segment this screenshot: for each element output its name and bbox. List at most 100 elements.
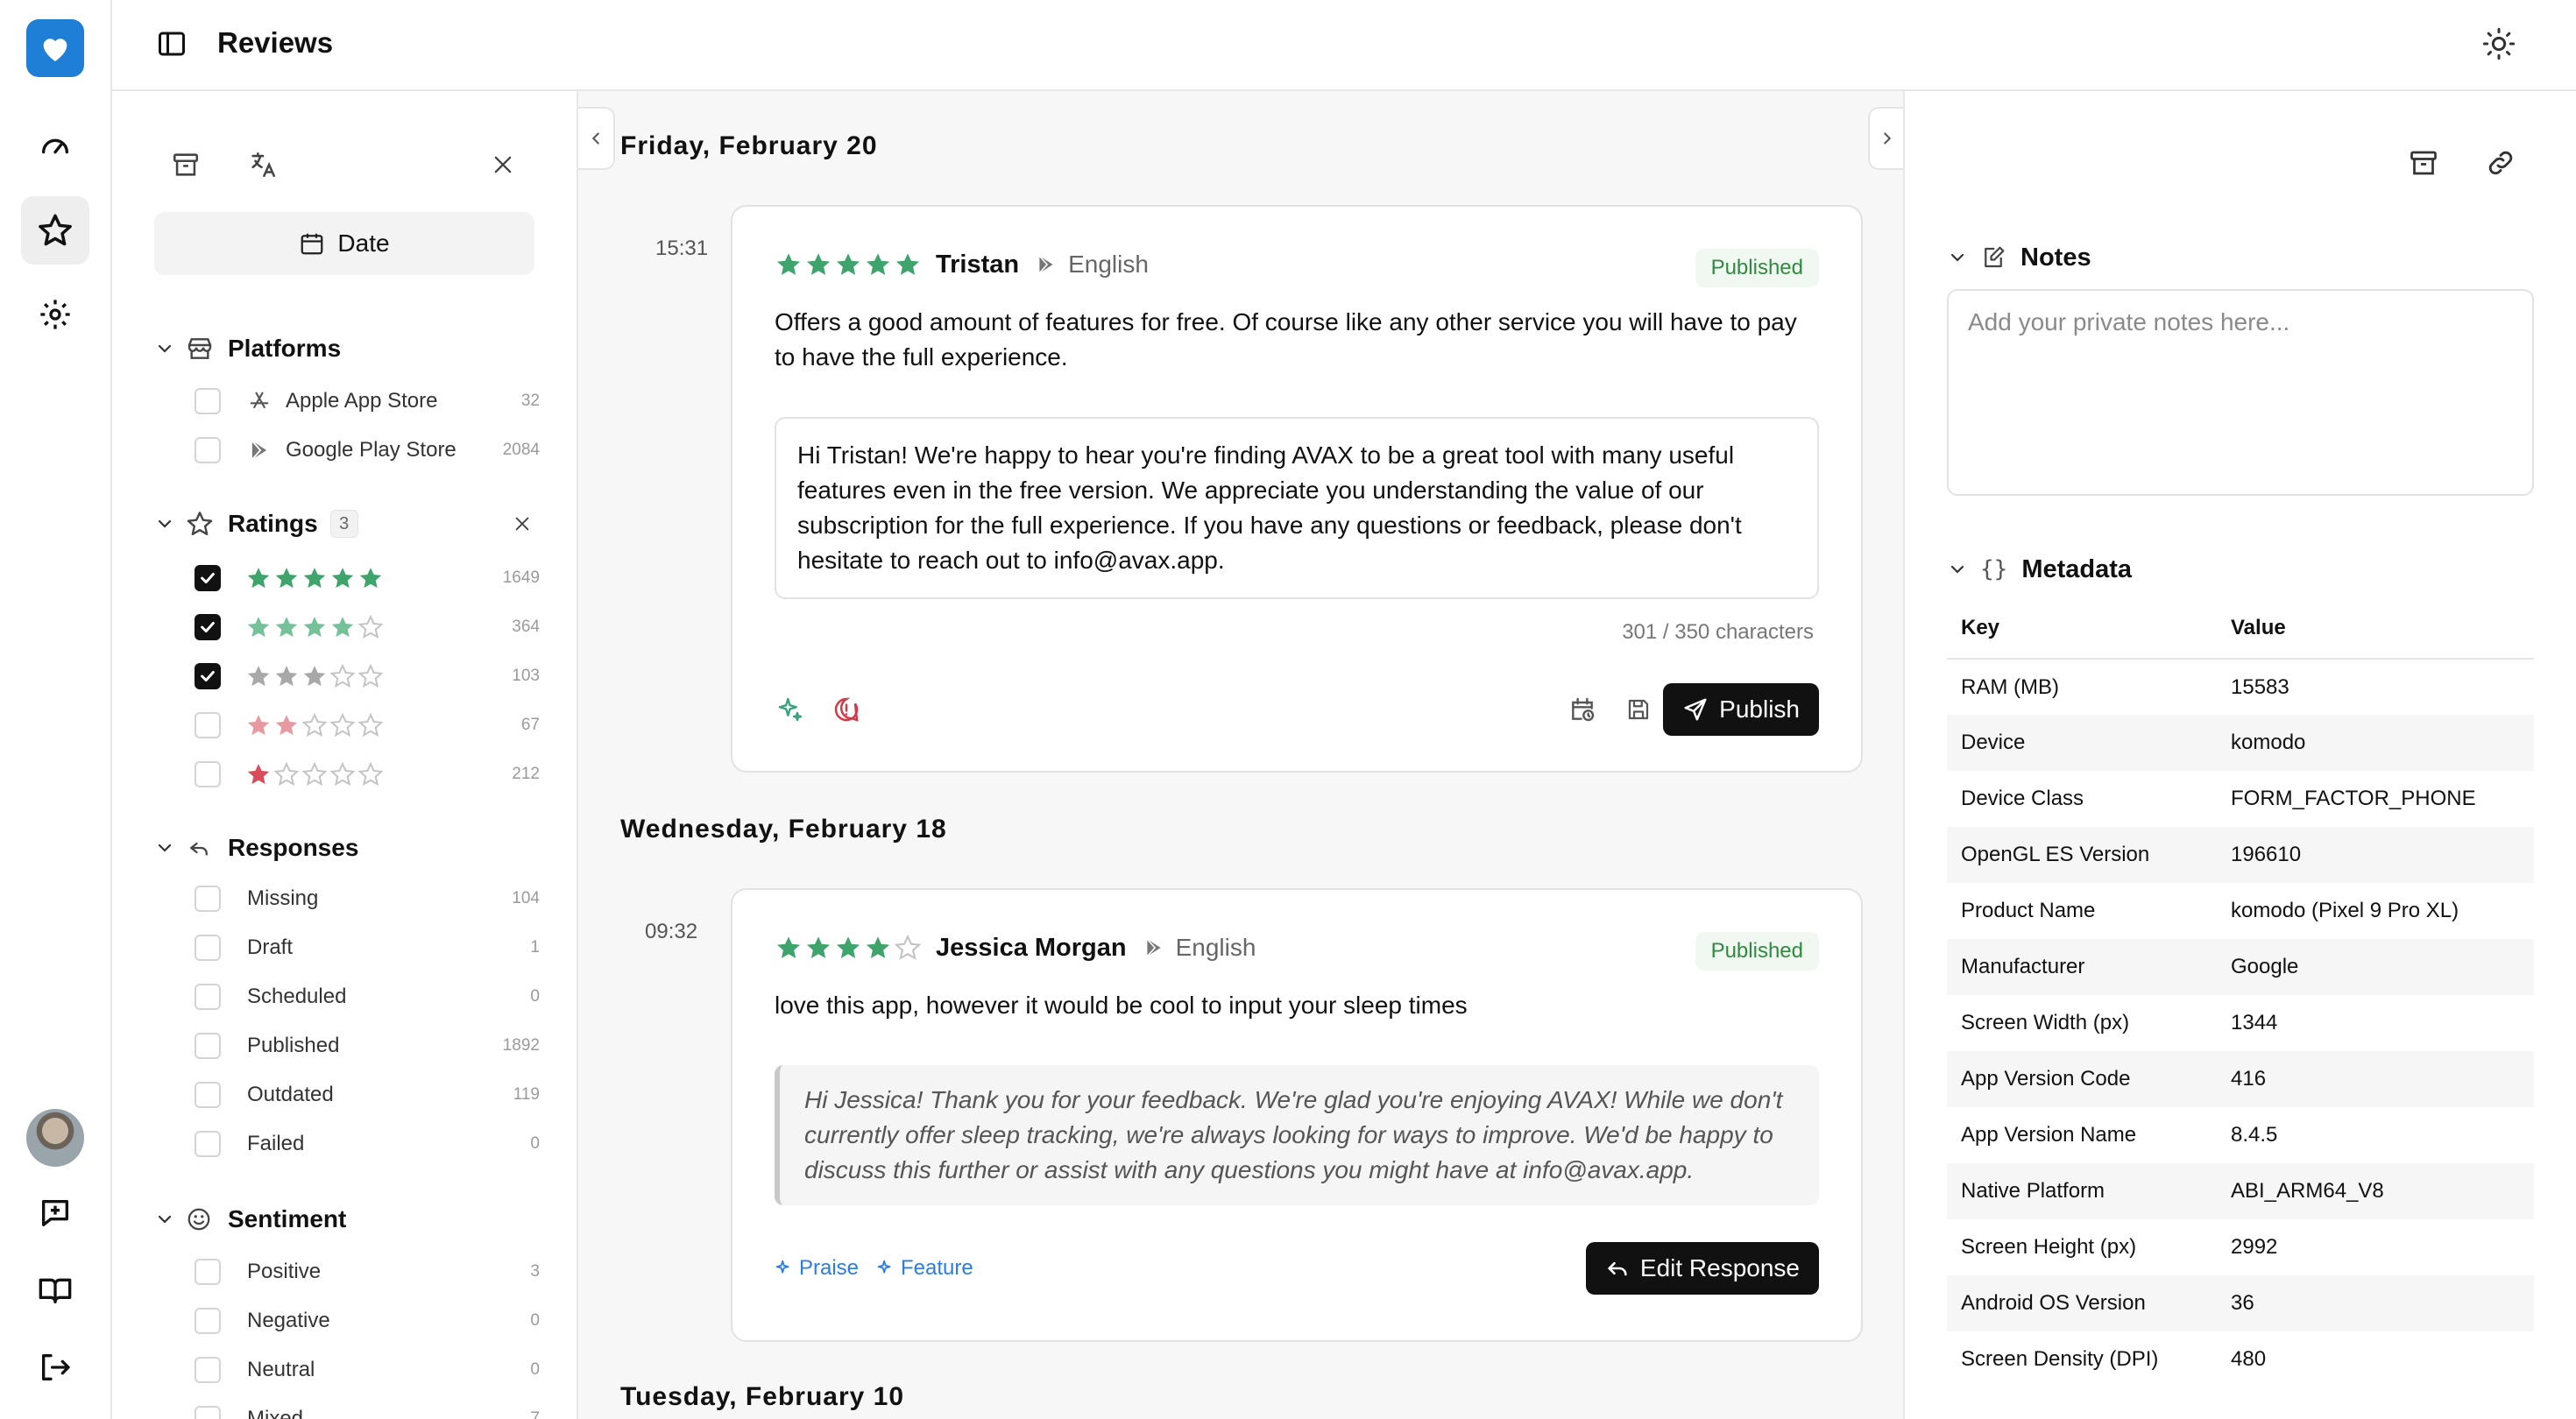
sentiment-count: 3 — [530, 1262, 540, 1281]
rating-count: 103 — [512, 667, 540, 685]
reply-icon — [186, 835, 228, 861]
response-filter-item[interactable]: Outdated 119 — [195, 1073, 540, 1117]
star-icon — [301, 614, 328, 640]
responses-section-header[interactable]: Responses — [154, 829, 358, 867]
star-outline-icon — [186, 510, 228, 538]
platform-item[interactable]: Apple App Store 32 — [195, 379, 540, 423]
checkbox[interactable] — [195, 935, 221, 961]
tag-praise[interactable]: Praise — [775, 1256, 859, 1281]
chevron-down-icon — [1947, 247, 1968, 268]
review-card[interactable]: Jessica Morgan English Published love th… — [731, 888, 1863, 1342]
checkbox[interactable] — [195, 1308, 221, 1334]
theme-toggle-button[interactable] — [2481, 26, 2516, 61]
ratings-section-header[interactable]: Ratings 3 — [154, 505, 358, 543]
toggle-sidebar-button[interactable] — [156, 28, 188, 60]
translate-button[interactable] — [238, 140, 287, 189]
close-filters-button[interactable] — [478, 140, 527, 189]
checkbox[interactable] — [195, 565, 221, 591]
response-label: Scheduled — [247, 985, 347, 1008]
rating-filter-item[interactable]: 103 — [195, 654, 540, 698]
checkbox[interactable] — [195, 984, 221, 1010]
date-filter-button[interactable]: Date — [154, 212, 534, 275]
platform-count: 32 — [520, 392, 540, 410]
star-icon — [245, 712, 272, 738]
checkbox[interactable] — [195, 614, 221, 640]
response-filter-item[interactable]: Draft 1 — [195, 926, 540, 970]
reviews-nav-button[interactable] — [21, 196, 89, 265]
day-heading: Friday, February 20 — [620, 131, 878, 160]
alert-message-icon — [834, 697, 859, 722]
metadata-key: Android OS Version — [1947, 1275, 2217, 1331]
ai-generate-button[interactable] — [769, 688, 811, 731]
notes-header[interactable]: Notes — [1947, 240, 2091, 275]
star-icon — [804, 934, 832, 962]
checkbox[interactable] — [195, 437, 221, 463]
review-card[interactable]: Tristan English Published Offers a good … — [731, 205, 1863, 773]
publish-button[interactable]: Publish — [1663, 683, 1819, 736]
checkbox[interactable] — [195, 1259, 221, 1285]
star-icon — [894, 251, 922, 279]
checkbox[interactable] — [195, 761, 221, 787]
logout-button[interactable] — [21, 1333, 89, 1401]
sidebar-panel-icon — [159, 32, 185, 56]
table-row: Android OS Version 36 — [1947, 1275, 2534, 1331]
settings-button[interactable] — [21, 280, 89, 349]
review-text: love this app, however it would be cool … — [775, 992, 1468, 1019]
metadata-value: Google — [2217, 939, 2534, 995]
platform-label: Apple App Store — [286, 389, 438, 413]
notes-textarea[interactable]: Add your private notes here... — [1947, 289, 2534, 496]
sentiment-section-header[interactable]: Sentiment — [154, 1200, 346, 1239]
platforms-section-header[interactable]: Platforms — [154, 329, 341, 368]
response-filter-item[interactable]: Missing 104 — [195, 877, 540, 921]
checkbox[interactable] — [195, 388, 221, 414]
archive-review-button[interactable] — [2408, 147, 2439, 179]
checkbox[interactable] — [195, 886, 221, 912]
sentiment-count: 0 — [530, 1311, 540, 1330]
sparkles-icon — [778, 697, 803, 722]
platform-item[interactable]: Google Play Store 2084 — [195, 428, 540, 472]
dashboard-button[interactable] — [21, 112, 89, 180]
rating-filter-item[interactable]: 1649 — [195, 556, 540, 600]
schedule-button[interactable] — [1561, 688, 1603, 731]
tag-label: Praise — [799, 1256, 860, 1280]
collapse-right-button[interactable] — [1868, 107, 1903, 170]
star-icon — [864, 934, 892, 962]
archive-filter-button[interactable] — [161, 140, 210, 189]
docs-button[interactable] — [21, 1256, 89, 1324]
tag-feature[interactable]: Feature — [876, 1256, 973, 1281]
rating-filter-item[interactable]: 67 — [195, 703, 540, 747]
reply-editor[interactable]: Hi Tristan! We're happy to hear you're f… — [775, 417, 1819, 599]
rating-filter-item[interactable]: 364 — [195, 605, 540, 649]
app-logo[interactable] — [26, 19, 84, 77]
checkbox[interactable] — [195, 1033, 221, 1059]
checkbox[interactable] — [195, 712, 221, 738]
collapse-left-button[interactable] — [578, 107, 615, 170]
save-draft-button[interactable] — [1617, 688, 1660, 731]
response-filter-item[interactable]: Failed 0 — [195, 1122, 540, 1166]
sentiment-filter-item[interactable]: Mixed 7 — [195, 1397, 540, 1419]
feedback-button[interactable] — [21, 1179, 89, 1247]
response-count: 119 — [513, 1085, 540, 1104]
star-icon — [864, 251, 892, 279]
platform-count: 2084 — [502, 441, 540, 459]
metadata-header[interactable]: {} Metadata — [1947, 552, 2132, 587]
checkbox[interactable] — [195, 663, 221, 689]
filters-panel: Date Platforms Apple App Store 32 Google… — [112, 91, 578, 1419]
clear-ratings-button[interactable] — [505, 506, 540, 541]
edit-response-button[interactable]: Edit Response — [1585, 1242, 1819, 1295]
checkbox[interactable] — [195, 1131, 221, 1157]
metadata-key: App Version Name — [1961, 1123, 2137, 1147]
rating-filter-item[interactable]: 212 — [195, 752, 540, 796]
sentiment-filter-item[interactable]: Negative 0 — [195, 1299, 540, 1343]
checkbox[interactable] — [195, 1357, 221, 1383]
sentiment-filter-item[interactable]: Positive 3 — [195, 1250, 540, 1294]
star-icon — [357, 614, 384, 640]
avatar[interactable] — [26, 1109, 84, 1167]
response-filter-item[interactable]: Published 1892 — [195, 1024, 540, 1068]
checkbox[interactable] — [195, 1406, 221, 1419]
report-button[interactable] — [825, 688, 867, 731]
checkbox[interactable] — [195, 1082, 221, 1108]
sentiment-filter-item[interactable]: Neutral 0 — [195, 1348, 540, 1392]
response-filter-item[interactable]: Scheduled 0 — [195, 975, 540, 1019]
copy-link-button[interactable] — [2485, 147, 2516, 179]
